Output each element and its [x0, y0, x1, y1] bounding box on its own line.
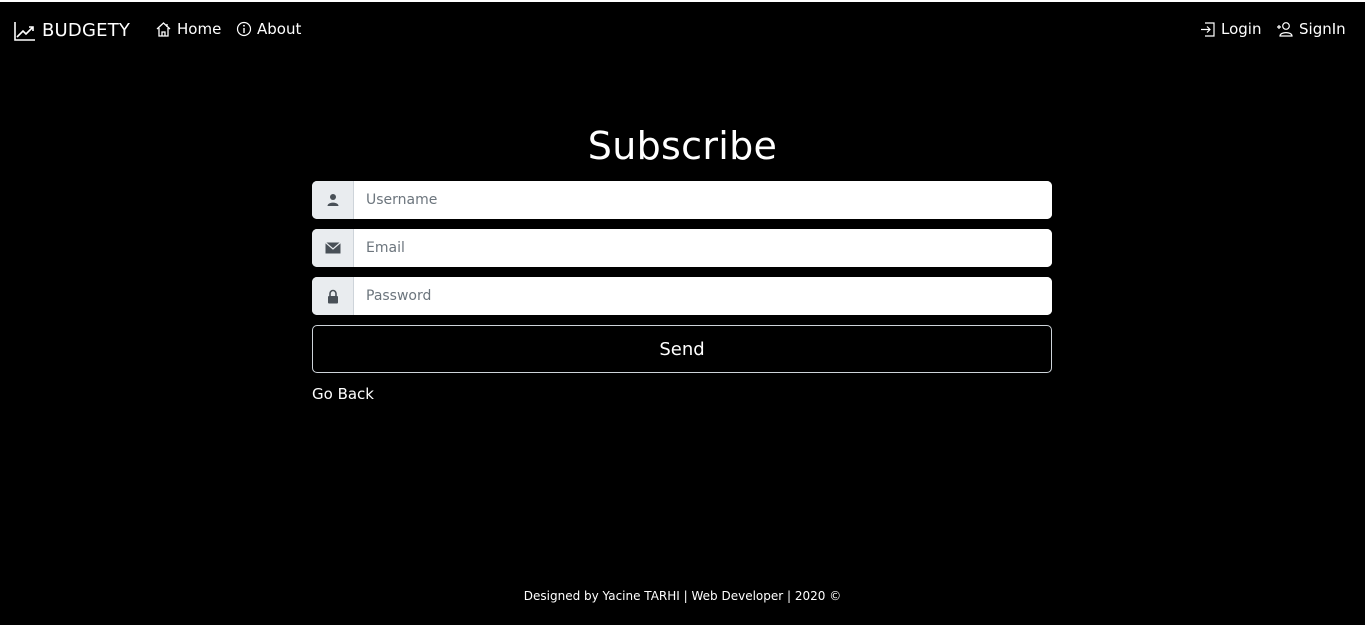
nav-signin-link[interactable]: SignIn — [1276, 18, 1346, 40]
envelope-icon — [312, 229, 354, 267]
nav-login-label: Login — [1221, 20, 1262, 38]
nav-about-label: About — [257, 20, 302, 38]
nav-home-label: Home — [177, 20, 222, 38]
password-input[interactable] — [354, 277, 1052, 315]
brand-name: BUDGETY — [42, 20, 131, 41]
username-input[interactable] — [354, 181, 1052, 219]
email-group — [312, 229, 1052, 267]
password-group — [312, 277, 1052, 315]
login-icon — [1199, 21, 1221, 38]
username-group — [312, 181, 1052, 219]
lock-icon — [312, 277, 354, 315]
home-icon — [155, 21, 177, 38]
go-back-link[interactable]: Go Back — [312, 384, 374, 404]
email-input[interactable] — [354, 229, 1052, 267]
user-icon — [312, 181, 354, 219]
footer-credit: Designed by Yacine TARHI | Web Developer… — [523, 589, 842, 603]
nav-about-link[interactable]: About — [236, 18, 301, 40]
page-title: Subscribe — [587, 124, 778, 168]
chart-line-icon — [14, 21, 36, 41]
nav-signin-label: SignIn — [1299, 20, 1346, 38]
nav-login-link[interactable]: Login — [1199, 18, 1261, 40]
add-user-icon — [1276, 21, 1299, 38]
info-icon — [236, 21, 257, 37]
brand-link[interactable]: BUDGETY — [14, 20, 130, 42]
nav-home-link[interactable]: Home — [155, 18, 221, 40]
navbar: BUDGETY Home About Login SignIn — [0, 2, 1365, 58]
send-button[interactable]: Send — [312, 325, 1052, 373]
subscribe-form: Send — [312, 181, 1052, 373]
